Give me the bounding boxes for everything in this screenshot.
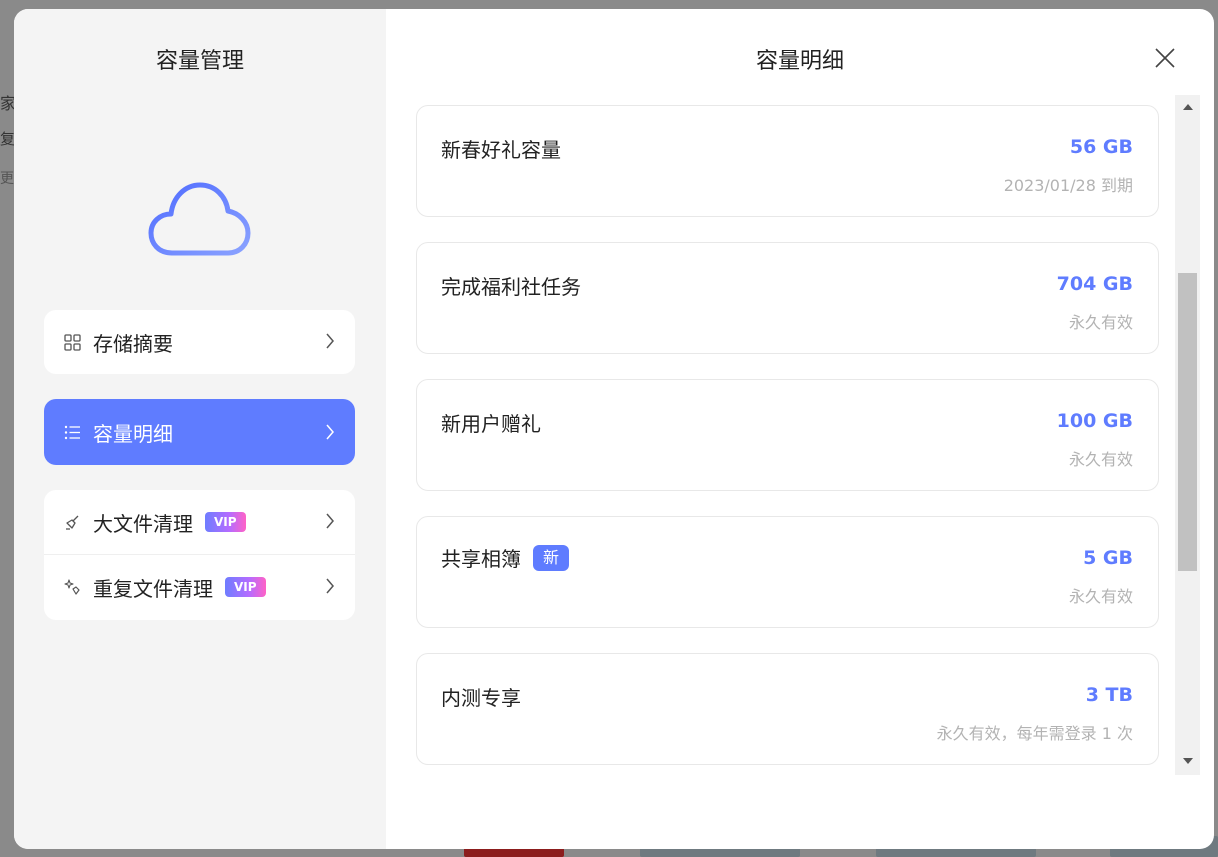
item-amount: 100 GB	[1056, 410, 1133, 432]
close-icon[interactable]	[1154, 47, 1176, 69]
list-item: 完成福利社任务 704 GB 永久有效	[416, 242, 1159, 354]
sidebar-item-storage-summary[interactable]: 存储摘要	[44, 310, 355, 374]
item-expiry: 永久有效，每年需登录 1 次	[936, 724, 1133, 743]
new-badge: 新	[533, 544, 570, 571]
sidebar-item-capacity-detail[interactable]: 容量明细	[44, 399, 355, 465]
sidebar-title: 容量管理	[155, 49, 244, 74]
sidebar-item-duplicate-file-cleanup[interactable]: 重复文件清理 VIP	[44, 555, 355, 619]
chevron-right-icon	[326, 513, 334, 529]
chevron-right-icon	[326, 333, 334, 349]
chevron-right-icon	[326, 578, 334, 594]
item-expiry: 永久有效	[1068, 587, 1133, 606]
item-name: 共享相簿	[441, 547, 521, 571]
item-amount: 704 GB	[1056, 273, 1133, 295]
item-amount: 56 GB	[1069, 136, 1133, 158]
cleanup-card: 大文件清理 VIP 重复文件清理 VIP	[44, 490, 355, 620]
capacity-detail-card: 容量明细	[44, 399, 355, 465]
item-expiry: 2023/01/28 到期	[1003, 176, 1133, 195]
vip-badge: VIP	[205, 512, 246, 532]
scroll-up-arrow-icon[interactable]	[1183, 104, 1193, 110]
sidebar-item-label: 重复文件清理	[93, 576, 213, 601]
item-expiry: 永久有效	[1068, 313, 1133, 332]
item-name: 新春好礼容量	[441, 138, 561, 162]
broom-icon	[66, 515, 79, 530]
sidebar-item-label: 容量明细	[93, 421, 173, 446]
capacity-detail-panel: 容量明细 新春好礼容量 56 GB 2023/01/28 到期 完成福利社任务 …	[386, 9, 1214, 849]
list-item: 共享相簿 新 5 GB 永久有效	[416, 516, 1159, 628]
chevron-right-icon	[326, 424, 334, 440]
grid-icon	[64, 333, 81, 351]
list-item: 新用户赠礼 100 GB 永久有效	[416, 379, 1159, 491]
background-text: 更	[0, 171, 14, 187]
vip-badge: VIP	[225, 577, 266, 597]
item-name: 内测专享	[441, 686, 521, 710]
list-item: 内测专享 3 TB 永久有效，每年需登录 1 次	[416, 653, 1159, 765]
item-expiry: 永久有效	[1068, 450, 1133, 469]
capacity-list: 新春好礼容量 56 GB 2023/01/28 到期 完成福利社任务 704 G…	[416, 105, 1159, 790]
list-item: 新春好礼容量 56 GB 2023/01/28 到期	[416, 105, 1159, 217]
sidebar-item-label: 大文件清理	[93, 511, 193, 536]
cloud-icon	[148, 182, 251, 256]
list-icon	[64, 425, 80, 439]
page-title: 容量明细	[755, 49, 844, 74]
sparkle-broom-icon	[64, 578, 80, 595]
item-amount: 3 TB	[1085, 684, 1133, 706]
scroll-thumb[interactable]	[1178, 273, 1197, 571]
sidebar-item-label: 存储摘要	[93, 331, 173, 356]
item-name: 新用户赠礼	[441, 412, 541, 436]
sidebar-item-large-file-cleanup[interactable]: 大文件清理 VIP	[44, 490, 355, 554]
scroll-down-arrow-icon[interactable]	[1183, 758, 1193, 764]
item-amount: 5 GB	[1083, 547, 1133, 569]
vertical-scrollbar[interactable]	[1175, 95, 1200, 775]
sidebar: 容量管理 存储摘要 容量明细 大文件清理 VIP 重复文件清理 VIP	[14, 9, 386, 849]
background-text: 复	[0, 130, 16, 148]
storage-summary-card: 存储摘要	[44, 310, 355, 374]
capacity-dialog: 容量管理 存储摘要 容量明细 大文件清理 VIP 重复文件清理 VIP 容量明细…	[14, 9, 1214, 849]
item-name: 完成福利社任务	[441, 275, 581, 299]
